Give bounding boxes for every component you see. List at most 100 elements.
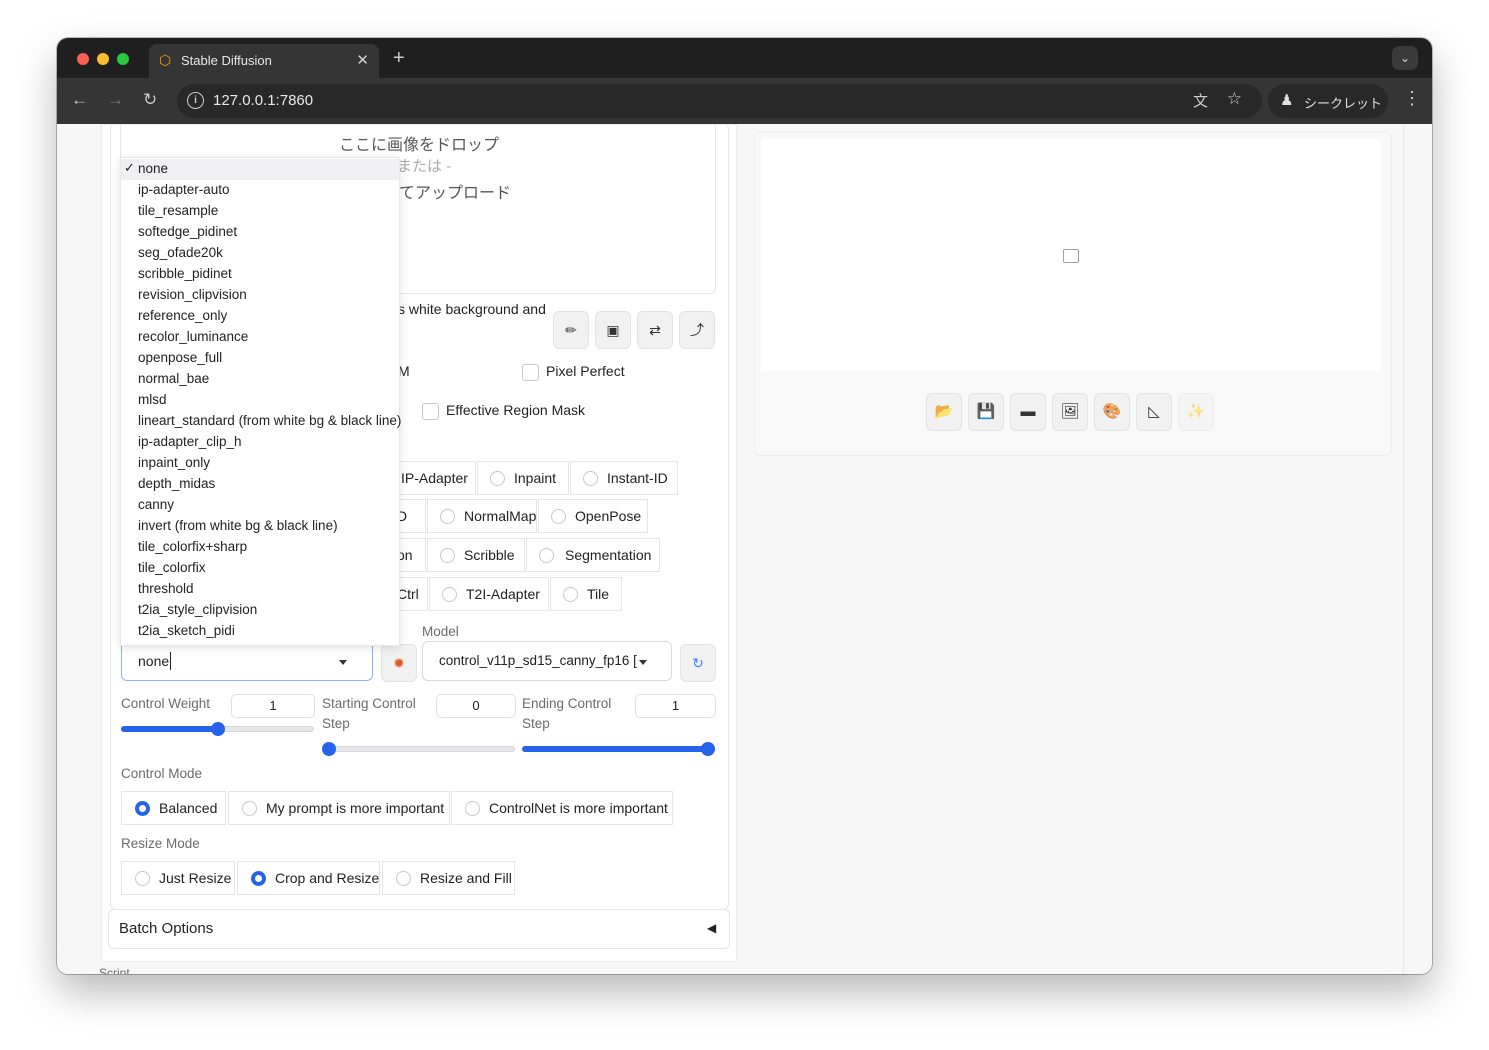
dropdown-option[interactable]: invert (from white bg & black line) [121,516,399,537]
dropdown-option[interactable]: softedge_pidinet [121,222,399,243]
dropdown-option-label: openpose_full [138,350,223,365]
control-type-ip-adapter[interactable]: IP-Adapter [392,461,476,495]
dropdown-option[interactable]: canny [121,495,399,516]
dropdown-option[interactable]: reference_only [121,306,399,327]
dropdown-option[interactable]: normal_bae [121,369,399,390]
dropdown-option[interactable]: seg_ofade20k [121,243,399,264]
ending-step-input[interactable]: 1 [635,694,716,718]
control-type-tile[interactable]: Tile [550,577,622,611]
dropdown-option[interactable]: depth_midas [121,474,399,495]
sparkle-icon: ✨ [1186,403,1206,420]
camera-button[interactable]: ▣ [595,311,631,349]
swap-button[interactable]: ⇄ [637,311,673,349]
refresh-models-button[interactable]: ↻ [680,644,716,682]
control-mode-balanced[interactable]: Balanced [121,791,226,825]
starting-step-label-2: Step [322,716,350,731]
sparkle-button[interactable]: ✨ [1178,393,1214,431]
bookmark-star-icon[interactable]: ☆ [1227,89,1242,109]
send-dimensions-button[interactable]: ⤴ [679,311,715,349]
starting-step-input[interactable]: 0 [436,694,516,718]
incognito-icon: ♟ [1280,92,1294,109]
close-tab-icon[interactable]: ✕ [356,51,369,69]
resize-mode-label: Resize Mode [121,836,200,851]
control-mode-controlnet-important[interactable]: ControlNet is more important [451,791,673,825]
resize-mode-resize-and-fill[interactable]: Resize and Fill [382,861,515,895]
translate-icon[interactable]: 文 [1193,90,1208,111]
browser-tab[interactable]: ⬡ Stable Diffusion ✕ [149,44,379,78]
camera-icon: ▣ [606,322,620,338]
palette-icon: 🎨 [1102,403,1122,420]
edit-button[interactable]: ✏ [553,311,589,349]
send-to-inpaint-button[interactable]: 🎨 [1094,393,1130,431]
maximize-window-icon[interactable] [117,53,129,65]
reload-icon[interactable]: ↻ [143,90,157,110]
control-type-inpaint[interactable]: Inpaint [477,461,569,495]
dropdown-option[interactable]: lineart_standard (from white bg & black … [121,411,401,432]
tab-title: Stable Diffusion [181,53,272,68]
forward-icon[interactable]: → [107,90,124,110]
starting-step-slider[interactable] [322,746,515,752]
dropdown-option[interactable]: ip-adapter_clip_h [121,432,399,453]
site-info-icon[interactable]: i [187,92,204,109]
back-icon[interactable]: ← [71,90,88,110]
control-mode-prompt-important[interactable]: My prompt is more important [228,791,450,825]
ending-step-label-2: Step [522,716,550,731]
control-type-instant-id[interactable]: Instant-ID [570,461,678,495]
dropdown-option[interactable]: tile_colorfix+sharp [121,537,399,558]
dropdown-option[interactable]: recolor_luminance [121,327,399,348]
dropdown-option[interactable]: tile_colorfix [121,558,399,579]
save-button[interactable]: 💾 [968,393,1004,431]
send-to-extras-button[interactable]: ◺ [1136,393,1172,431]
resize-mode-crop-and-resize[interactable]: Crop and Resize [237,861,380,895]
control-type-t2i-adapter[interactable]: T2I-Adapter [429,577,549,611]
text-cursor [170,652,171,670]
model-select[interactable]: control_v11p_sd15_canny_fp16 [ [422,641,672,681]
dropdown-option[interactable]: ✓ none [121,159,399,180]
dropdown-option[interactable]: inpaint_only [121,453,399,474]
checkmark-icon: ✓ [124,160,135,175]
dropdown-option[interactable]: tile_resample [121,201,399,222]
close-window-icon[interactable] [77,53,89,65]
folder-icon: 📂 [934,403,954,420]
preprocessor-select[interactable]: none [121,641,373,681]
control-type-openpose[interactable]: OpenPose [538,499,648,533]
dropdown-option[interactable]: scribble_pidinet [121,264,399,285]
upload-arrow-icon: ⤴ [690,322,704,338]
send-to-img2img-button[interactable]: 🖼 [1052,393,1088,431]
control-weight-input[interactable]: 1 [231,694,315,718]
dropdown-option[interactable]: mlsd [121,390,399,411]
chevron-down-icon [639,660,647,665]
script-label: Script [99,966,130,974]
dropdown-option[interactable]: openpose_full [121,348,399,369]
tab-search-icon[interactable]: ⌄ [1392,46,1418,70]
control-type-normalmap[interactable]: NormalMap [427,499,537,533]
control-mode-label: Control Mode [121,766,203,781]
dropdown-option[interactable]: t2ia_sketch_pidi [121,621,399,642]
dropdown-option[interactable]: threshold [121,579,399,600]
floppy-icon: 💾 [976,403,996,420]
batch-options-accordion[interactable]: Batch Options ◀ [108,909,730,949]
ending-step-thumb[interactable] [701,742,715,756]
incognito-badge[interactable]: ♟ シークレット [1268,84,1388,118]
run-preprocessor-button[interactable]: ✹ [381,644,417,682]
resize-mode-just-resize[interactable]: Just Resize [121,861,235,895]
starting-step-thumb[interactable] [322,742,336,756]
dropdown-option[interactable]: revision_clipvision [121,285,399,306]
zip-button[interactable]: ▬ [1010,393,1046,431]
more-menu-icon[interactable]: ⋮ [1403,88,1421,109]
model-label: Model [422,624,459,639]
control-weight-thumb[interactable] [211,722,225,736]
minimize-window-icon[interactable] [97,53,109,65]
open-folder-button[interactable]: 📂 [926,393,962,431]
new-tab-icon[interactable]: + [393,47,405,70]
dropdown-option-label: reference_only [138,308,228,323]
dropdown-option-label: canny [138,497,175,512]
address-bar[interactable]: i 127.0.0.1:7860 文 ☆ [177,84,1262,118]
control-type-scribble[interactable]: Scribble [427,538,525,572]
dropdown-option[interactable]: t2ia_style_clipvision [121,600,399,621]
pixel-perfect-checkbox[interactable] [522,364,539,381]
output-gallery: 📂 💾 ▬ 🖼 🎨 ◺ ✨ [754,132,1392,456]
control-type-segmentation[interactable]: Segmentation [526,538,660,572]
effective-region-mask-checkbox[interactable] [422,403,439,420]
dropdown-option[interactable]: ip-adapter-auto [121,180,399,201]
